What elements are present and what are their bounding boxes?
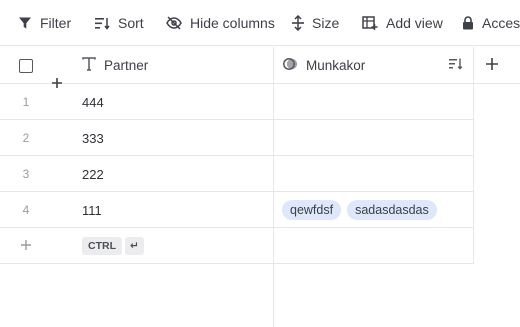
select-type-icon <box>283 57 298 74</box>
plus-icon <box>20 239 32 254</box>
row-number: 2 <box>22 131 30 145</box>
select-all-checkbox[interactable] <box>19 59 33 73</box>
sort-label: Sort <box>118 15 144 31</box>
access-label: Access <box>482 15 520 31</box>
munkakor-tag: qewfdsf <box>282 200 342 220</box>
table-row[interactable]: 4 111 qewfdsf sadasdasdas <box>0 192 474 228</box>
filter-icon <box>18 16 32 30</box>
size-icon <box>292 15 304 31</box>
partner-cell[interactable]: 444 <box>82 84 104 120</box>
add-view-button[interactable]: Add view <box>362 12 443 34</box>
partner-cell[interactable]: 222 <box>82 156 104 192</box>
data-grid: Partner Munkakor 1 444 2 333 3 222 4 111… <box>0 47 520 327</box>
text-type-icon <box>82 57 96 74</box>
add-view-icon <box>362 16 378 30</box>
table-row[interactable]: 1 444 <box>0 84 474 120</box>
add-view-label: Add view <box>386 15 443 31</box>
sort-column-icon <box>449 58 463 73</box>
hide-icon <box>166 16 182 30</box>
row-number: 1 <box>22 95 30 109</box>
add-row-button[interactable] <box>0 228 52 264</box>
hide-columns-label: Hide columns <box>190 15 275 31</box>
plus-icon <box>485 57 499 74</box>
table-row[interactable]: 3 222 <box>0 156 474 192</box>
size-button[interactable]: Size <box>292 12 339 34</box>
munkakor-cell[interactable]: qewfdsf sadasdasdas <box>282 192 437 228</box>
add-row-float-button[interactable] <box>48 75 66 93</box>
ctrl-key-hint: CTRL <box>82 237 122 255</box>
view-toolbar: Filter Sort Hide columns Size Add view A… <box>0 0 520 46</box>
column-header-munkakor-label: Munkakor <box>306 58 366 73</box>
column-header-munkakor[interactable]: Munkakor <box>283 47 365 84</box>
new-row[interactable]: CTRL ↵ <box>0 228 474 264</box>
sort-icon <box>95 17 110 30</box>
header-row: Partner Munkakor <box>0 47 520 84</box>
hide-columns-button[interactable]: Hide columns <box>166 12 275 34</box>
column-header-partner-label: Partner <box>104 58 149 73</box>
keyboard-hint: CTRL ↵ <box>82 228 144 264</box>
filter-label: Filter <box>40 15 72 31</box>
sort-button[interactable]: Sort <box>95 12 144 34</box>
munkakor-tag: sadasdasdas <box>347 200 437 220</box>
partner-cell[interactable]: 333 <box>82 120 104 156</box>
add-column-button[interactable] <box>485 47 499 84</box>
plus-icon <box>51 77 63 92</box>
row-number: 3 <box>22 167 30 181</box>
partner-cell[interactable]: 111 <box>82 192 102 228</box>
sort-column-button[interactable] <box>449 47 463 84</box>
size-label: Size <box>312 15 340 31</box>
row-number: 4 <box>22 203 30 217</box>
lock-icon <box>462 16 474 30</box>
filter-button[interactable]: Filter <box>18 12 71 34</box>
enter-key-hint: ↵ <box>125 237 144 255</box>
table-row[interactable]: 2 333 <box>0 120 474 156</box>
access-button[interactable]: Access <box>462 12 520 34</box>
column-header-partner[interactable]: Partner <box>82 47 148 84</box>
